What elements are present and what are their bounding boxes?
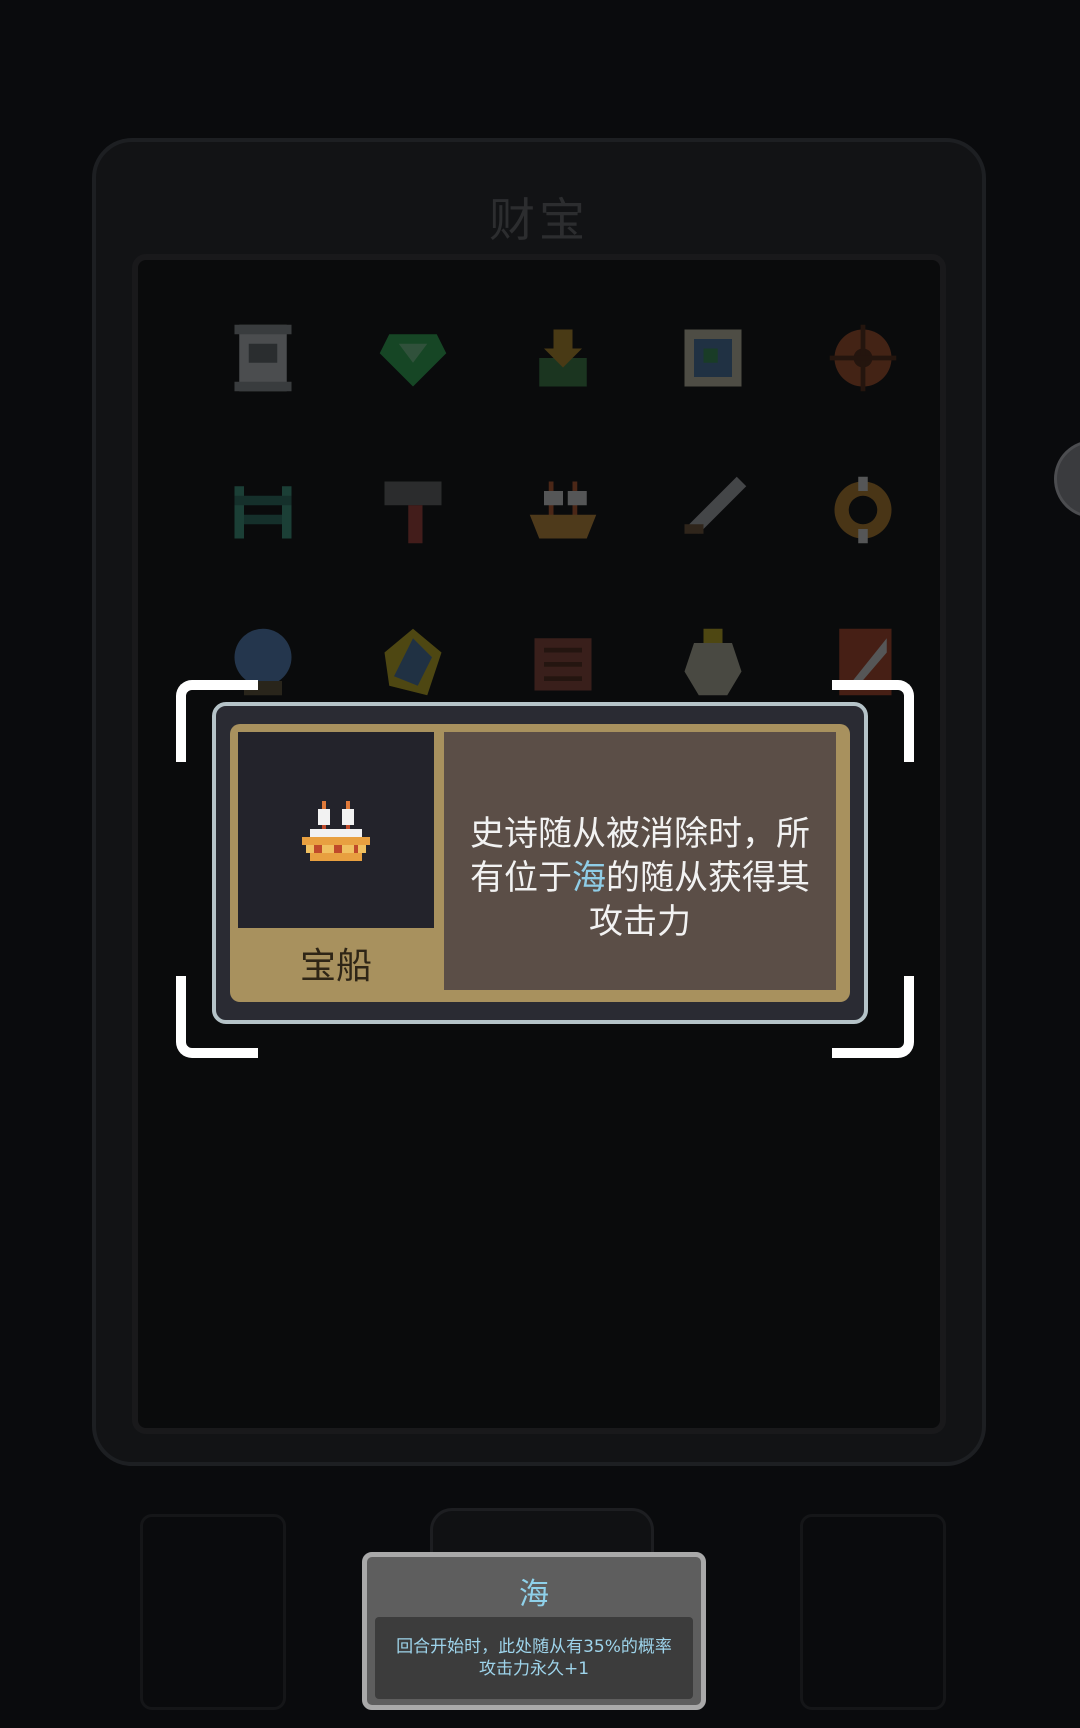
card-frame: 宝船 史诗随从被消除时，所有位于海的随从获得其攻击力	[230, 724, 850, 1002]
grid-slot[interactable]	[488, 320, 638, 396]
grid-slot[interactable]	[488, 624, 638, 700]
panel-title: 财宝	[489, 193, 589, 247]
hammer-icon	[384, 481, 442, 544]
ship-wheel-icon	[829, 324, 897, 392]
tooltip-body: 回合开始时，此处随从有35%的概率 攻击力永久+1	[375, 1617, 693, 1699]
treasure-ship-icon	[529, 481, 597, 539]
grid-slot[interactable]	[338, 472, 488, 548]
tooltip-title: 海	[519, 1577, 549, 1612]
grid-slot[interactable]	[638, 624, 788, 700]
vase-icon	[684, 628, 742, 696]
anchor-icon	[539, 329, 587, 387]
grid-slot[interactable]	[188, 472, 338, 548]
grid-slot[interactable]	[188, 320, 338, 396]
floating-menu-button[interactable]	[1054, 440, 1080, 518]
bottom-slot-right[interactable]	[800, 1514, 946, 1710]
gate-icon	[234, 486, 292, 539]
crystal-shard-icon	[384, 628, 442, 696]
item-icon-box	[238, 732, 434, 928]
grid-slot[interactable]	[488, 472, 638, 548]
description-text: 的随从获得其攻击力	[589, 858, 810, 942]
grid-slot[interactable]	[638, 472, 788, 548]
grid-slot[interactable]	[338, 624, 488, 700]
treasure-ship-icon	[302, 801, 370, 861]
bottom-slot-left[interactable]	[140, 1514, 286, 1710]
item-description: 史诗随从被消除时，所有位于海的随从获得其攻击力	[444, 812, 836, 944]
grid-slot[interactable]	[338, 320, 488, 396]
item-name: 宝船	[299, 946, 372, 987]
description-keyword[interactable]: 海	[572, 858, 606, 898]
tooltip-line: 回合开始时，此处随从有35%的概率	[396, 1637, 672, 1657]
item-description-box: 史诗随从被消除时，所有位于海的随从获得其攻击力	[444, 732, 836, 990]
grid-slot[interactable]	[638, 320, 788, 396]
sword-icon	[684, 476, 747, 534]
grid-slot[interactable]	[788, 320, 938, 396]
keyword-tooltip: 海 回合开始时，此处随从有35%的概率 攻击力永久+1	[362, 1552, 706, 1710]
tooltip-line: 攻击力永久+1	[478, 1659, 590, 1679]
treasure-grid	[188, 320, 938, 700]
grid-slot[interactable]	[788, 472, 938, 548]
emerald-gem-icon	[379, 334, 447, 387]
lifebuoy-icon	[834, 476, 892, 544]
scroll-icon	[234, 324, 292, 392]
item-detail-card[interactable]: 宝船 史诗随从被消除时，所有位于海的随从获得其攻击力	[212, 702, 868, 1024]
treasure-map-icon	[684, 329, 742, 387]
chest-icon	[534, 638, 592, 691]
